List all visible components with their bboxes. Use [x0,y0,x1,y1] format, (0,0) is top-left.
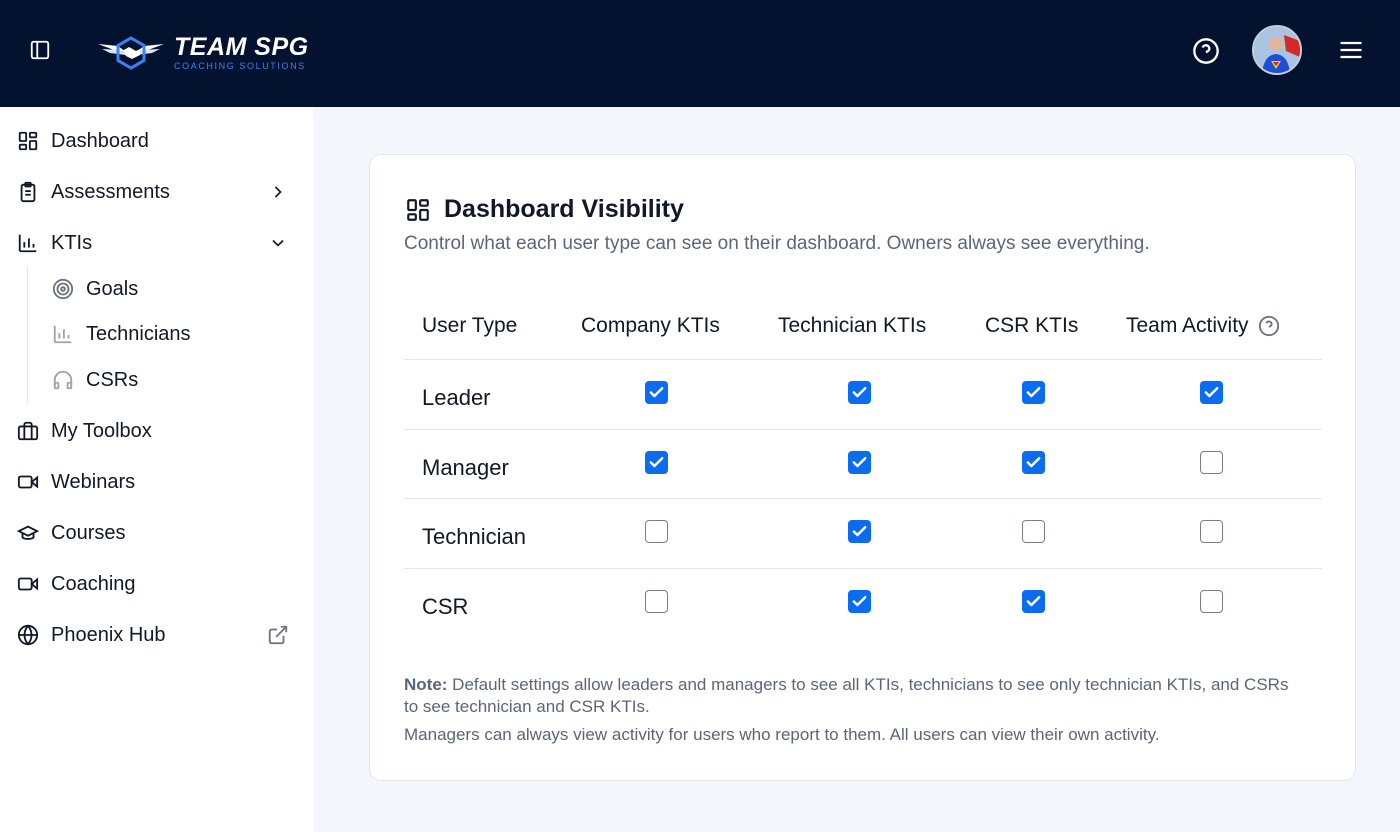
headphones-icon [51,368,75,392]
note-label: Note: [404,675,448,694]
bar-chart-icon [16,231,40,255]
bar-chart-icon [51,322,75,346]
card-description: Control what each user type can see on t… [404,233,1150,254]
team-activity-checkbox[interactable] [1200,450,1223,474]
table-header: User Type Company KTIs Technician KTIs C… [404,292,1322,360]
technician-ktis-checkbox[interactable] [848,450,871,474]
submenu-divider [27,267,28,403]
chevron-right-icon [266,180,290,204]
brand-subtitle: COACHING SOLUTIONS [174,60,306,71]
technician-ktis-checkbox[interactable] [848,520,871,543]
row-label: CSR [422,593,469,619]
main-menu-button[interactable] [1334,33,1368,67]
table-row: Leader [404,360,1322,430]
external-link-icon [266,623,290,647]
company-ktis-checkbox[interactable] [645,381,668,404]
column-header-technician-ktis: Technician KTIs [778,314,927,337]
sidebar-toggle-button[interactable] [24,34,56,66]
graduation-cap-icon [16,521,40,545]
clipboard-icon [16,180,40,204]
table-row: CSR [404,569,1322,639]
sidebar-item-courses[interactable]: Courses [0,511,313,555]
sidebar-item-my-toolbox[interactable]: My Toolbox [0,409,313,453]
handshake-wings-logo-icon [98,36,164,70]
csr-ktis-checkbox[interactable] [1022,589,1045,613]
help-circle-icon[interactable] [1258,315,1280,337]
column-header-user-type: User Type [422,314,518,337]
sidebar-item-goals[interactable]: Goals [40,269,300,309]
avatar-image [1254,27,1300,73]
sidebar-item-label: Courses [51,521,126,544]
csr-ktis-checkbox[interactable] [1022,450,1045,474]
video-icon [16,572,40,596]
sidebar-item-webinars[interactable]: Webinars [0,460,313,504]
chevron-down-icon [266,231,290,255]
table-row: Manager [404,430,1322,499]
hamburger-menu-icon [1340,41,1362,59]
row-label: Manager [422,454,509,480]
sidebar-item-label: Phoenix Hub [51,623,166,646]
column-header-company-ktis: Company KTIs [581,314,720,337]
panel-left-icon [30,40,50,60]
sidebar-item-label: Coaching [51,572,136,595]
team-activity-checkbox[interactable] [1200,520,1223,543]
table-row: Technician [404,499,1322,569]
dashboard-icon [16,129,40,153]
sidebar-item-label: Technicians [86,322,191,345]
sidebar-item-label: KTIs [51,231,93,254]
csr-ktis-checkbox[interactable] [1022,381,1045,404]
target-icon [51,277,75,301]
column-header-team-activity: Team Activity [1126,292,1280,360]
company-ktis-checkbox[interactable] [645,520,668,543]
top-bar: TEAM SPG COACHING SOLUTIONS [0,0,1400,107]
sidebar-item-label: Webinars [51,470,136,493]
user-avatar[interactable] [1252,25,1302,75]
sidebar-item-label: My Toolbox [51,419,152,442]
sidebar: Dashboard Assessments KTIs Goals Technic… [0,107,313,832]
dashboard-icon [404,196,432,224]
note-body: Default settings allow leaders and manag… [404,675,1289,716]
sidebar-item-csrs[interactable]: CSRs [40,360,300,400]
video-icon [16,470,40,494]
sidebar-item-dashboard[interactable]: Dashboard [0,119,313,163]
sidebar-item-assessments[interactable]: Assessments [0,170,313,214]
row-label: Technician [422,524,526,549]
row-label: Leader [422,385,491,410]
company-ktis-checkbox[interactable] [645,589,668,613]
card-title: Dashboard Visibility [444,195,684,223]
visibility-table: User Type Company KTIs Technician KTIs C… [404,292,1322,638]
help-button[interactable] [1189,34,1223,68]
note-secondary-text: Managers can always view activity for us… [404,725,1160,744]
sidebar-item-label: Goals [86,277,139,300]
team-activity-checkbox[interactable] [1200,381,1223,404]
column-header-csr-ktis: CSR KTIs [985,314,1079,337]
sidebar-item-label: Dashboard [51,129,149,152]
help-circle-icon [1193,38,1219,64]
sidebar-item-ktis[interactable]: KTIs [0,221,313,265]
team-activity-checkbox[interactable] [1200,589,1223,613]
card-header: Dashboard Visibility [404,195,684,224]
brand-title: TEAM SPG [174,32,309,61]
sidebar-item-label: CSRs [86,368,139,391]
globe-icon [16,623,40,647]
dashboard-visibility-card: Dashboard Visibility Control what each u… [369,154,1356,781]
technician-ktis-checkbox[interactable] [848,589,871,613]
briefcase-icon [16,419,40,443]
technician-ktis-checkbox[interactable] [848,381,871,404]
sidebar-item-coaching[interactable]: Coaching [0,562,313,606]
sidebar-item-label: Assessments [51,180,170,203]
note-text: Note: Default settings allow leaders and… [404,674,1304,718]
column-header-label: Team Activity [1126,314,1249,337]
sidebar-item-phoenix-hub[interactable]: Phoenix Hub [0,613,313,657]
brand-logo[interactable]: TEAM SPG COACHING SOLUTIONS [96,28,309,76]
csr-ktis-checkbox[interactable] [1022,520,1045,543]
sidebar-item-technicians[interactable]: Technicians [40,314,300,354]
company-ktis-checkbox[interactable] [645,450,668,474]
